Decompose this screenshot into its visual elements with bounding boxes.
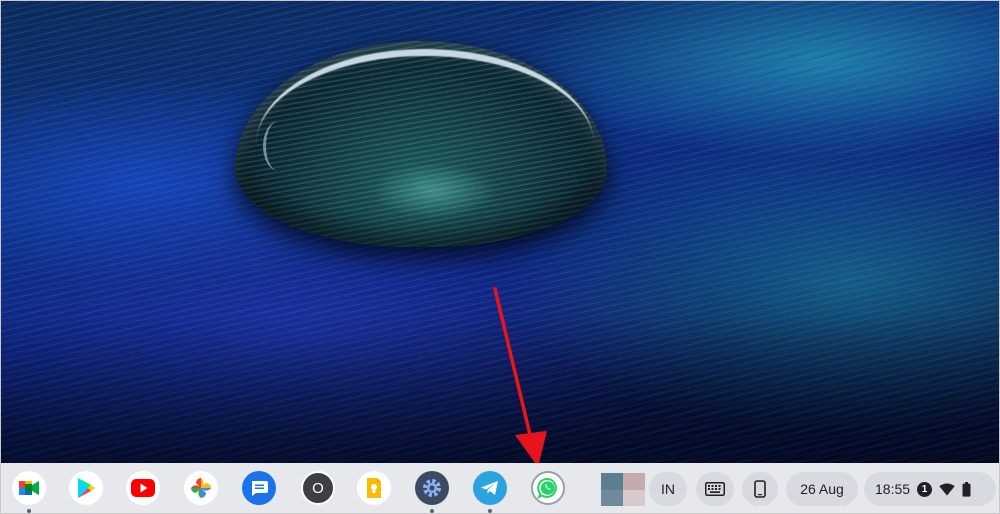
calendar-date-button[interactable]: 26 Aug	[786, 472, 858, 506]
o-app-label: O	[312, 479, 324, 497]
chromeos-desktop: O IN 26 Aug 18:55 1	[0, 0, 1000, 514]
holding-space-thumb	[601, 490, 623, 506]
telegram-icon[interactable]	[473, 471, 507, 513]
youtube-icon[interactable]	[126, 471, 160, 505]
virtual-keyboard-button[interactable]	[696, 472, 734, 506]
clock-time: 18:55	[875, 481, 911, 497]
input-method-label: IN	[661, 481, 675, 497]
whatsapp-icon[interactable]	[531, 471, 565, 505]
play-store-icon[interactable]	[69, 471, 103, 505]
keyboard-icon	[705, 482, 725, 496]
app-running-indicator	[430, 509, 434, 513]
water-drop-highlight-small	[263, 121, 294, 171]
holding-space-thumb	[623, 490, 645, 506]
messages-icon[interactable]	[242, 471, 276, 505]
holding-space-thumb	[601, 473, 623, 490]
phone-hub-button[interactable]	[742, 472, 778, 506]
desktop-wallpaper	[1, 1, 999, 463]
google-photos-icon[interactable]	[184, 471, 218, 505]
phone-hub-icon	[754, 480, 766, 498]
app-running-indicator	[27, 509, 31, 513]
holding-space-thumb	[623, 473, 645, 490]
google-keep-icon[interactable]	[357, 471, 391, 505]
notification-count-badge: 1	[917, 481, 933, 497]
input-method-button[interactable]: IN	[649, 472, 687, 506]
battery-icon	[962, 481, 971, 497]
settings-gear-icon[interactable]	[415, 471, 449, 513]
app-running-indicator	[488, 509, 492, 513]
google-meet-icon[interactable]	[12, 471, 46, 513]
system-tray-button[interactable]: 18:55 1	[864, 472, 996, 506]
shelf: O IN 26 Aug 18:55 1	[1, 463, 999, 513]
o-app-icon[interactable]: O	[301, 471, 335, 505]
wifi-icon	[939, 483, 955, 495]
holding-space-thumbnails[interactable]	[601, 473, 645, 506]
date-label: 26 Aug	[800, 481, 844, 497]
wallpaper-shade	[1, 313, 999, 463]
